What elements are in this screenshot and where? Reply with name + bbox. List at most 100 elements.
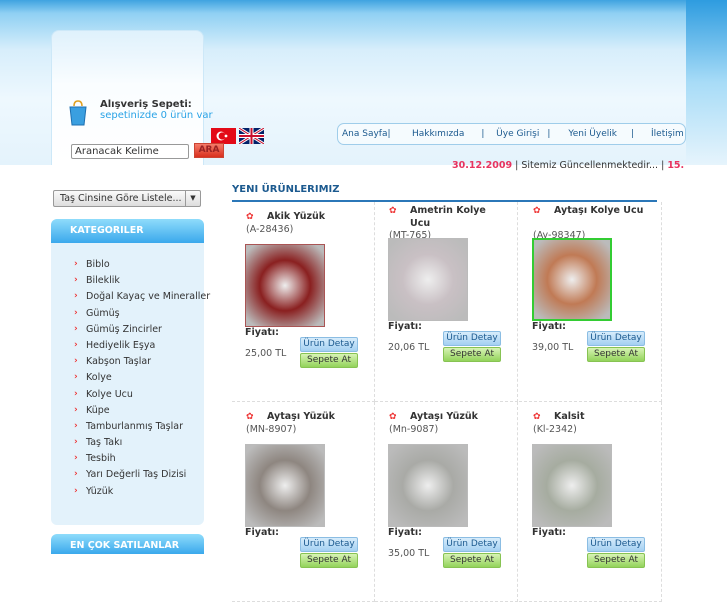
price-label: Fiyatı: [532,527,566,538]
header-decoration [686,0,727,165]
turkish-flag-icon[interactable] [211,128,236,144]
category-item[interactable]: › Kolye [51,372,204,388]
category-item[interactable]: › Yüzük [51,486,204,502]
product-title[interactable]: ✿ Aytaşı Yüzük [246,410,366,423]
product-image[interactable] [388,444,468,527]
category-label: Küpe [86,404,110,416]
category-item[interactable]: › Kabşon Taşlar [51,356,204,372]
add-to-cart-button[interactable]: Sepete At [443,347,501,362]
flower-icon: ✿ [389,206,397,216]
price-label: Fiyatı: [388,527,422,538]
uk-flag-icon[interactable] [239,128,264,144]
product-card: ✿ Aytaşı Yüzük (Mn-9087) Fiyatı: 35,00 TL… [375,402,518,602]
ticker-next: 15. [667,160,685,171]
category-label: Hediyelik Eşya [86,339,156,351]
product-detail-button[interactable]: Ürün Detay [443,331,501,346]
product-detail-button[interactable]: Ürün Detay [300,337,358,352]
product-code: (Kl-2342) [533,424,577,435]
product-price: 35,00 TL [388,548,430,559]
chevron-right-icon: › [74,307,78,318]
search-input[interactable] [71,144,189,159]
category-item[interactable]: › Yarı Değerli Taş Dizisi [51,469,204,485]
chevron-right-icon: › [74,388,78,399]
category-label: Tesbih [86,453,116,465]
price-label: Fiyatı: [245,527,279,538]
flower-icon: ✿ [246,212,254,222]
category-label: Yarı Değerli Taş Dizisi [86,469,187,481]
category-item[interactable]: › Gümüş [51,308,204,324]
product-title[interactable]: ✿ Kalsit [533,410,653,423]
add-to-cart-button[interactable]: Sepete At [443,553,501,568]
price-label: Fiyatı: [245,327,279,338]
search-button[interactable]: ARA [194,143,224,158]
product-title[interactable]: ✿ Ametrin Kolye Ucu [389,204,509,230]
chevron-right-icon: › [74,372,78,383]
product-name: Akik Yüzük [267,211,326,222]
product-name: Kalsit [554,411,585,422]
nav-home[interactable]: Ana Sayfa [342,129,387,139]
price-label: Fiyatı: [532,321,566,332]
product-name: Aytaşı Yüzük [267,411,335,422]
category-item[interactable]: › Biblo [51,259,204,275]
product-code: (MN-8907) [246,424,297,435]
product-price: 25,00 TL [245,348,287,359]
product-title[interactable]: ✿ Akik Yüzük [246,210,366,223]
ticker-text[interactable]: Sitemiz Güncellenmektedir... [521,160,658,171]
category-item[interactable]: › Doğal Kayaç ve Mineraller [51,291,210,307]
category-label: Gümüş [86,307,120,319]
product-title[interactable]: ✿ Aytaşı Kolye Ucu [533,204,653,217]
product-price: 20,06 TL [388,342,430,353]
category-label: Biblo [86,259,110,270]
chevron-right-icon: › [74,291,78,302]
category-label: Bileklik [86,275,120,287]
stone-type-select[interactable]: Taş Cinsine Göre Listele... ▼ [53,190,201,207]
category-label: Kolye [86,372,112,384]
chevron-down-icon[interactable]: ▼ [185,191,200,206]
chevron-right-icon: › [74,469,78,480]
category-item[interactable]: › Küpe [51,405,204,421]
ticker-date: 30.12.2009 [452,160,513,171]
chevron-right-icon: › [74,485,78,496]
product-image[interactable] [532,238,612,321]
category-label: Yüzük [86,485,114,497]
chevron-right-icon: › [74,323,78,334]
product-code: (Mn-9087) [389,424,439,435]
product-title[interactable]: ✿ Aytaşı Yüzük [389,410,509,423]
category-item[interactable]: › Hediyelik Eşya [51,340,204,356]
category-item[interactable]: › Kolye Ucu [51,389,204,405]
chevron-right-icon: › [74,453,78,464]
nav-contact[interactable]: İletişim [651,129,684,139]
add-to-cart-button[interactable]: Sepete At [300,353,358,368]
cart-status[interactable]: sepetinizde 0 ürün var [100,110,213,121]
chevron-right-icon: › [74,356,78,367]
nav-register[interactable]: Yeni Üyelik [568,129,617,139]
product-image[interactable] [388,238,468,321]
chevron-right-icon: › [74,437,78,448]
categories-title: KATEGORILER [51,219,204,243]
flower-icon: ✿ [533,412,541,422]
product-detail-button[interactable]: Ürün Detay [587,331,645,346]
product-image[interactable] [532,444,612,527]
product-card: ✿ Aytaşı Kolye Ucu (Ay-98347) Fiyatı: 39,… [519,202,662,402]
add-to-cart-button[interactable]: Sepete At [300,553,358,568]
category-item[interactable]: › Tamburlanmış Taşlar [51,421,204,437]
add-to-cart-button[interactable]: Sepete At [587,553,645,568]
category-item[interactable]: › Tesbih [51,453,204,469]
product-image[interactable] [245,444,325,527]
category-item[interactable]: › Bileklik [51,275,204,291]
product-image[interactable] [245,244,325,327]
categories-panel: KATEGORILER › Biblo › Bileklik › Doğal Kayaç … [51,219,210,525]
shopping-bag-icon[interactable] [68,100,88,126]
add-to-cart-button[interactable]: Sepete At [587,347,645,362]
category-item[interactable]: › Taş Takı [51,437,204,453]
product-card: ✿ Ametrin Kolye Ucu (MT-765) Fiyatı: 20,0… [375,202,518,402]
product-code: (A-28436) [246,224,294,235]
category-label: Taş Takı [86,437,123,449]
category-label: Tamburlanmış Taşlar [86,420,183,432]
category-label: Kabşon Taşlar [86,356,152,368]
category-item[interactable]: › Gümüş Zincirler [51,324,204,340]
nav-sep: | [547,129,551,139]
product-name: Aytaşı Kolye Ucu [554,205,644,216]
nav-login[interactable]: Üye Girişi [496,129,539,139]
nav-about[interactable]: Hakkımızda [412,129,464,139]
